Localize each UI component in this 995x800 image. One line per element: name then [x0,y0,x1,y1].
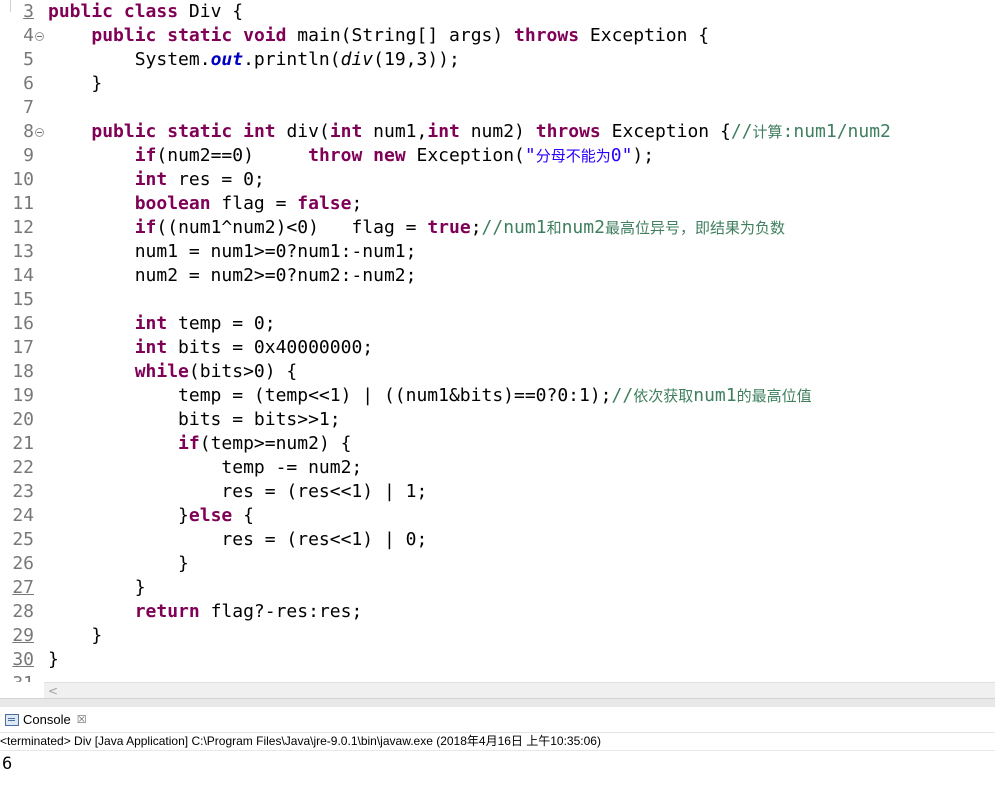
code-text: public static void main(String[] args) t… [91,25,710,46]
scroll-left-arrow-icon[interactable]: < [48,683,58,699]
line-number: 24 [12,505,34,526]
code-text: int temp = 0; [134,313,276,334]
code-text: } [48,625,103,646]
code-text: public class Div { [48,1,244,22]
line-number: 22 [12,457,34,478]
code-text: } [48,553,189,574]
line-number: 3 [23,1,34,22]
line-number: 18 [12,361,34,382]
line-number: 19 [12,385,34,406]
console-status-line: <terminated> Div [Java Application] C:\P… [0,733,995,751]
close-icon[interactable]: ☒ [77,710,87,730]
code-text: num1 = num1>=0?num1:-num1; [48,241,417,262]
code-text: } [48,649,59,670]
fold-toggle-icon[interactable] [35,32,44,41]
horizontal-scrollbar[interactable]: < [44,682,995,699]
line-number: 9 [23,145,34,166]
line-number: 10 [12,169,34,190]
code-text: boolean flag = false; [134,193,363,214]
console-icon [5,714,19,726]
line-number: 28 [12,601,34,622]
line-number: 14 [12,265,34,286]
line-number: 21 [12,433,34,454]
line-number: 26 [12,553,34,574]
code-text: } [48,73,103,94]
code-text: if(num2==0) throw new Exception("分母不能为0"… [134,145,655,166]
code-text: System.out.println(div(19,3)); [48,49,460,70]
code-text: res = (res<<1) | 0; [48,529,428,550]
code-text: num2 = num2>=0?num2:-num2; [48,265,417,286]
code-text: public static int div(int num1,int num2)… [91,121,891,142]
code-text: temp -= num2; [48,457,363,478]
line-number: 15 [12,289,34,310]
line-number: 7 [23,97,34,118]
line-number: 8 [23,121,34,142]
code-text: temp = (temp<<1) | ((num1&bits)==0?0:1);… [48,385,812,406]
code-text: while(bits>0) { [134,361,298,382]
code-editor[interactable]: 3 public class Div { 4 public static void … [0,0,995,682]
code-text: bits = bits>>1; [48,409,341,430]
gutter-bottom [0,682,44,698]
line-number: 20 [12,409,34,430]
line-number: 11 [12,193,34,214]
tab-console[interactable]: Console ☒ [2,710,90,730]
code-text: res = (res<<1) | 1; [48,481,428,502]
code-text: if(temp>=num2) { [178,433,352,454]
line-number: 12 [12,217,34,238]
tab-console-label: Console [23,712,71,727]
line-number: 16 [12,313,34,334]
code-text: } [48,577,146,598]
line-number: 4 [23,25,34,46]
line-number: 29 [12,625,34,646]
line-number: 13 [12,241,34,262]
code-text: if((num1^num2)<0) flag = true;//num1和num… [134,217,785,238]
code-text: }else { [48,505,254,526]
fold-toggle-icon[interactable] [35,128,44,137]
code-text: int bits = 0x40000000; [134,337,374,358]
console-tab-bar: Console ☒ [0,707,995,733]
line-number: 30 [12,649,34,670]
line-number: 31 [0,672,34,682]
line-number: 23 [12,481,34,502]
line-number: 25 [12,529,34,550]
line-number: 5 [23,49,34,70]
code-text: int res = 0; [134,169,265,190]
code-text: return flag?-res:res; [134,601,363,622]
line-number: 6 [23,73,34,94]
line-number: 27 [12,577,34,598]
line-number: 17 [12,337,34,358]
console-output: 6 [2,754,13,774]
